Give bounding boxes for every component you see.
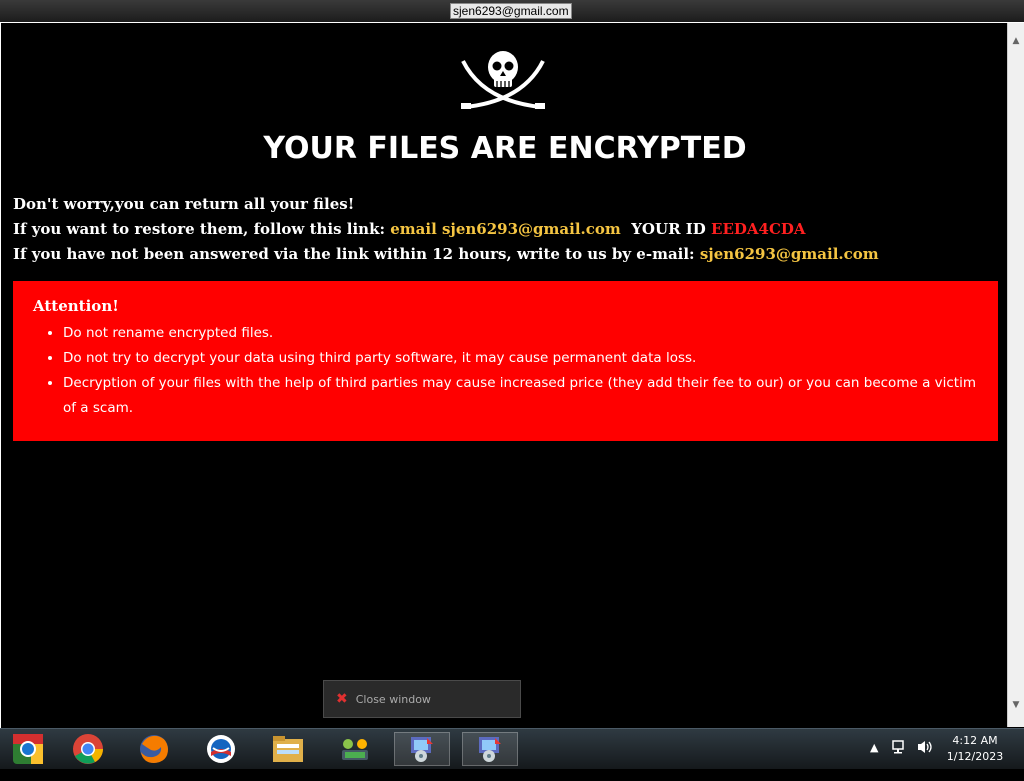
attention-box: Attention! Do not rename encrypted files… — [13, 281, 998, 441]
close-window-label: Close window — [355, 693, 431, 706]
installer-icon[interactable] — [394, 732, 450, 766]
reassurance-line: Don't worry,you can return all your file… — [13, 195, 355, 213]
clock[interactable]: 4:12 AM 1/12/2023 — [940, 733, 1010, 773]
scroll-up-arrow-icon[interactable]: ▲ — [1008, 33, 1024, 49]
attention-list: Do not rename encrypted files. Do not tr… — [33, 321, 978, 421]
fallback-email: sjen6293@gmail.com — [699, 245, 879, 263]
network-icon[interactable] — [327, 732, 383, 766]
attention-item: Do not try to decrypt your data using th… — [63, 346, 978, 371]
title-bar: sjen6293@gmail.com — [0, 0, 1024, 23]
headline: YOUR FILES ARE ENCRYPTED — [263, 131, 747, 166]
firefox-icon[interactable] — [126, 732, 182, 766]
attention-item: Decryption of your files with the help o… — [63, 371, 978, 421]
scroll-down-arrow-icon[interactable]: ▼ — [1008, 697, 1024, 713]
volume-icon[interactable] — [916, 739, 934, 779]
network-status-icon[interactable] — [892, 739, 908, 779]
close-window-button[interactable]: ✖ Close window — [323, 680, 521, 718]
fallback-prefix: If you have not been answered via the li… — [13, 245, 695, 263]
attention-item: Do not rename encrypted files. — [63, 321, 978, 346]
installer-icon[interactable] — [462, 732, 518, 766]
close-icon: ✖ — [336, 691, 348, 707]
restore-prefix: If you want to restore them, follow this… — [13, 220, 385, 238]
clock-date: 1/12/2023 — [946, 750, 1004, 763]
file-explorer-icon[interactable] — [260, 732, 316, 766]
fallback-email-line: If you have not been answered via the li… — [13, 245, 879, 263]
restore-line: If you want to restore them, follow this… — [13, 220, 806, 238]
vertical-scrollbar[interactable]: ▲ ▼ — [1007, 23, 1024, 727]
victim-id: EEDA4CDA — [711, 220, 806, 238]
clock-time: 4:12 AM — [952, 734, 998, 747]
taskbar: ▲ 4:12 AM 1/12/2023 — [0, 728, 1024, 769]
window-title: sjen6293@gmail.com — [450, 3, 572, 19]
email-link[interactable]: email sjen6293@gmail.com — [390, 220, 621, 238]
chrome-old-icon[interactable] — [0, 732, 56, 766]
attention-title: Attention! — [33, 297, 119, 315]
chrome-icon[interactable] — [60, 732, 116, 766]
ransom-window: YOUR FILES ARE ENCRYPTED Don't worry,you… — [0, 22, 1024, 728]
note-content: YOUR FILES ARE ENCRYPTED Don't worry,you… — [1, 23, 1009, 727]
obama-logo-icon[interactable] — [193, 732, 249, 766]
jolly-roger-icon — [461, 51, 545, 109]
show-hidden-icons-icon[interactable]: ▲ — [870, 741, 878, 781]
your-id-label: YOUR ID — [631, 220, 706, 238]
